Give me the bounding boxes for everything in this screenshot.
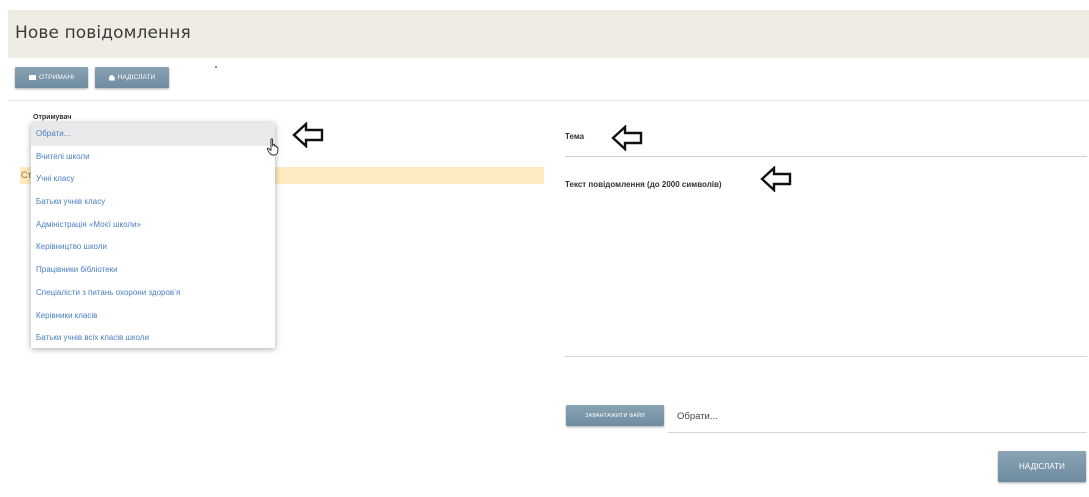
upload-file-button[interactable]: Завантажити файл — [566, 405, 664, 426]
send-nav-button-label: Надіслати — [117, 74, 156, 81]
envelope-icon — [28, 75, 36, 80]
subject-input[interactable] — [565, 156, 1087, 157]
subject-label: Тема — [565, 132, 585, 141]
arrow-left-icon — [611, 125, 643, 151]
received-button-label: Отримані — [38, 74, 75, 81]
file-field-underline — [668, 432, 1087, 433]
arrow-left-icon — [760, 166, 792, 192]
dropdown-option[interactable]: Вчителі школи — [31, 146, 275, 169]
home-icon — [108, 74, 115, 81]
send-button-label: Надіслати — [1018, 462, 1066, 471]
dropdown-option[interactable]: Учні класу — [31, 168, 275, 191]
divider — [8, 100, 1089, 101]
message-body-textarea[interactable] — [565, 356, 1087, 357]
hand-cursor-icon — [266, 138, 279, 156]
dropdown-option[interactable]: Спеціалісти з питань охорони здоров’я — [31, 282, 275, 305]
send-button[interactable]: Надіслати — [998, 451, 1086, 482]
page-header: Нове повідомлення — [8, 10, 1089, 58]
dropdown-option[interactable]: Працівники бібліотеки — [31, 259, 275, 282]
dropdown-option[interactable]: Керівництво школи — [31, 236, 275, 259]
file-name-field[interactable]: Обрати... — [677, 411, 718, 422]
dropdown-option[interactable]: Обрати... — [31, 123, 275, 146]
arrow-left-icon — [292, 122, 324, 148]
send-nav-button[interactable]: Надіслати — [95, 67, 169, 88]
dropdown-option[interactable]: Батьки учнів класу — [31, 191, 275, 214]
received-button[interactable]: Отримані — [15, 67, 88, 88]
dropdown-option[interactable]: Адміністрація «Моєї школи» — [31, 214, 275, 237]
dropdown-option[interactable]: Керівники класів — [31, 305, 275, 328]
upload-file-button-label: Завантажити файл — [585, 412, 645, 419]
recipient-label: Отримувач — [33, 114, 72, 121]
recipient-dropdown[interactable]: Обрати... Вчителі школи Учні класу Батьк… — [31, 123, 275, 348]
page-title: Нове повідомлення — [15, 23, 191, 43]
dropdown-option[interactable]: Батьки учнів всіх класів школи — [31, 327, 275, 350]
decorative-dot — [215, 66, 217, 68]
message-body-label: Текст повідомлення (до 2000 символів) — [565, 180, 722, 189]
